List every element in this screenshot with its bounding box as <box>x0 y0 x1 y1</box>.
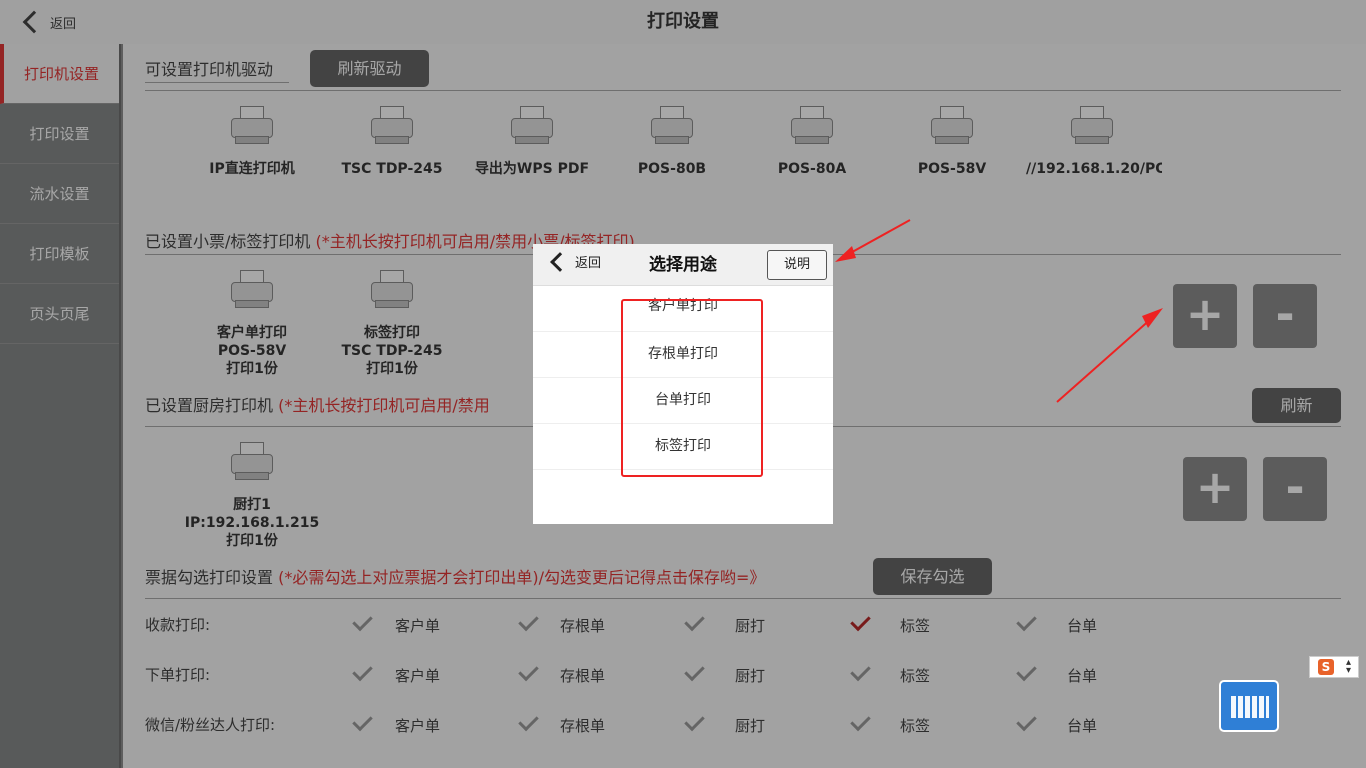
ime-arrows-icon: ▴ ▾ <box>1346 657 1352 676</box>
option-table-print[interactable]: 台单打印 <box>533 378 833 424</box>
arrow-line <box>844 219 911 257</box>
help-button[interactable]: 说明 <box>767 250 827 280</box>
ime-logo-icon: S <box>1318 659 1334 675</box>
ime-toolbar[interactable]: S ▴ ▾ <box>1309 656 1359 678</box>
arrow-head <box>835 246 856 262</box>
keyboard-icon[interactable] <box>1219 680 1279 732</box>
option-label-print[interactable]: 标签打印 <box>533 424 833 470</box>
option-customer-print[interactable]: 客户单打印 <box>533 286 833 332</box>
select-purpose-dialog: 返回 选择用途 说明 客户单打印 存根单打印 台单打印 标签打印 <box>533 244 833 524</box>
keys-graphic <box>1231 696 1269 718</box>
option-stub-print[interactable]: 存根单打印 <box>533 332 833 378</box>
dialog-header: 返回 选择用途 说明 <box>533 244 833 286</box>
arrow-line <box>1056 317 1153 403</box>
